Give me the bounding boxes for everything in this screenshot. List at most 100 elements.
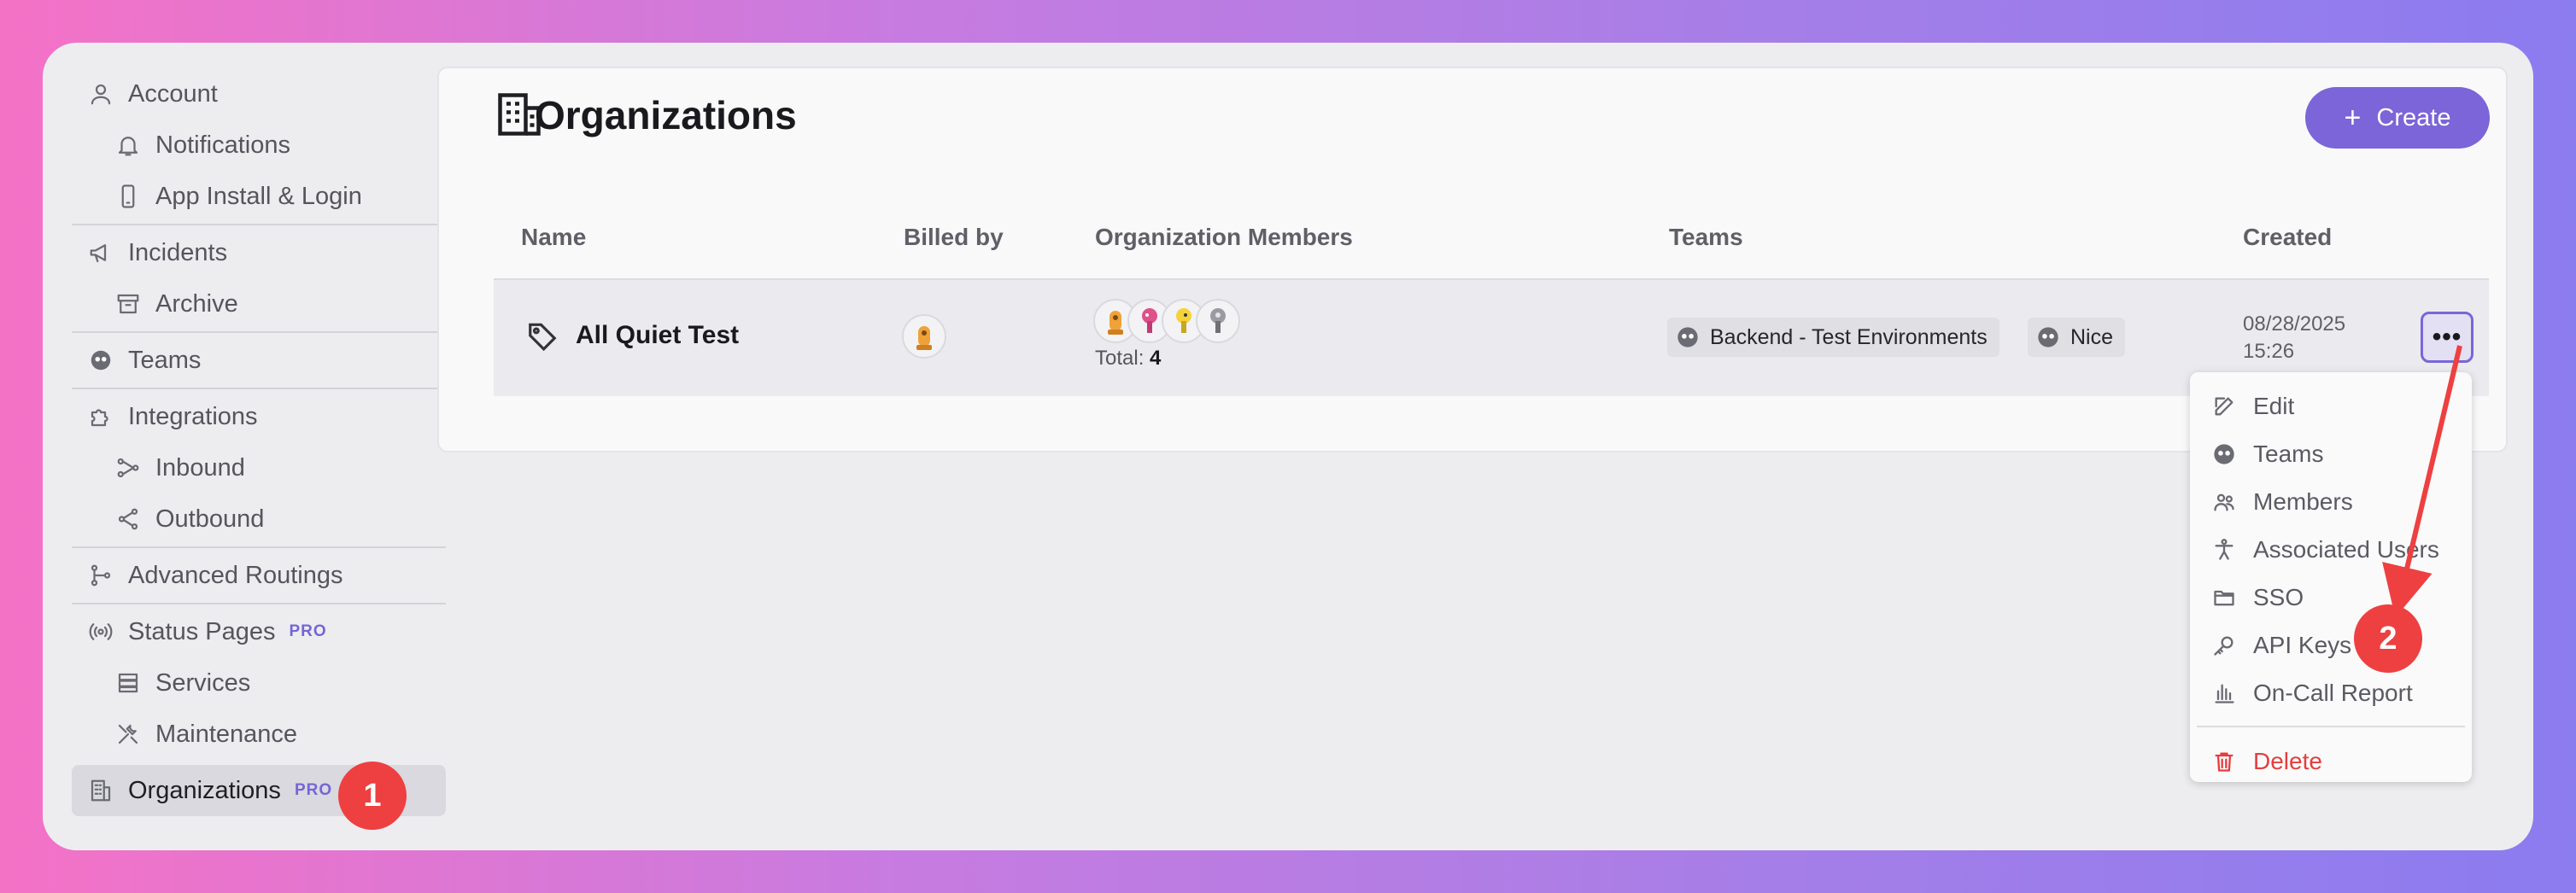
sidebar-divider — [72, 331, 446, 333]
row-actions-button[interactable]: ••• — [2421, 312, 2474, 363]
bar-chart-icon — [2210, 680, 2238, 707]
megaphone-icon — [85, 237, 116, 268]
sidebar-item-label: Outbound — [155, 505, 265, 533]
menu-item-delete[interactable]: Delete — [2190, 738, 2472, 785]
page-title: Organizations — [535, 93, 797, 137]
key-icon — [2210, 632, 2238, 659]
created-date: 08/28/2025 — [2243, 312, 2346, 336]
sidebar-divider — [72, 546, 446, 548]
sidebar-item-label: Archive — [155, 289, 238, 318]
sidebar-item-teams[interactable]: Teams — [72, 335, 446, 386]
menu-item-members[interactable]: Members — [2190, 478, 2472, 526]
billed-by-avatar — [902, 314, 946, 359]
menu-item-edit[interactable]: Edit — [2190, 382, 2472, 430]
plus-icon: + — [2344, 101, 2362, 134]
team-icon — [1677, 327, 1698, 347]
sidebar-divider — [72, 224, 446, 225]
sidebar-divider — [72, 388, 446, 389]
column-header-teams: Teams — [1669, 224, 1743, 250]
sidebar-item-label: Services — [155, 668, 251, 697]
row-actions-menu: Edit Teams Members Associated Users SSO … — [2190, 372, 2472, 782]
menu-divider — [2197, 726, 2465, 727]
sidebar-item-label: Advanced Routings — [128, 561, 343, 589]
menu-item-label: Edit — [2253, 393, 2295, 419]
pro-badge: PRO — [294, 781, 333, 799]
sidebar-item-services[interactable]: Services — [72, 657, 446, 709]
table-header: Name Billed by Organization Members Team… — [494, 224, 2489, 261]
broadcast-icon — [85, 616, 116, 647]
column-header-members: Organization Members — [1095, 224, 1353, 250]
share-icon — [113, 504, 143, 534]
menu-item-label: On-Call Report — [2253, 680, 2413, 706]
sidebar-item-label: Teams — [128, 346, 202, 374]
team-chip[interactable]: Backend - Test Environments — [1667, 318, 1999, 357]
sidebar-item-maintenance[interactable]: Maintenance — [72, 709, 446, 760]
menu-item-label: API Keys — [2253, 632, 2352, 658]
menu-item-sso[interactable]: SSO — [2190, 574, 2472, 622]
create-button-label: Create — [2376, 103, 2451, 131]
sidebar-item-label: App Install & Login — [155, 182, 362, 210]
members-total: Total: 4 — [1095, 347, 1161, 371]
user-icon — [85, 79, 116, 109]
inbound-icon — [113, 452, 143, 483]
sidebar-item-label: Organizations — [128, 776, 281, 804]
sidebar-item-outbound[interactable]: Outbound — [72, 493, 446, 545]
users-icon — [2210, 488, 2238, 516]
team-icon — [2210, 441, 2238, 468]
created-timestamp: 08/28/2025 15:26 — [2243, 311, 2345, 365]
sidebar-item-account[interactable]: Account — [72, 68, 446, 120]
members-total-value: 4 — [1150, 347, 1162, 370]
menu-item-associated-users[interactable]: Associated Users — [2190, 526, 2472, 574]
sidebar-item-notifications[interactable]: Notifications — [72, 120, 446, 171]
created-time: 15:26 — [2243, 340, 2295, 363]
phone-icon — [113, 181, 143, 212]
menu-item-label: Associated Users — [2253, 536, 2439, 563]
sidebar-item-label: Notifications — [155, 131, 290, 159]
sidebar-divider — [72, 603, 446, 604]
tag-icon — [526, 319, 559, 352]
sidebar-item-label: Integrations — [128, 402, 258, 430]
step-2-marker: 2 — [2354, 604, 2422, 673]
sidebar-item-label: Maintenance — [155, 720, 298, 748]
sidebar-item-inbound[interactable]: Inbound — [72, 442, 446, 493]
menu-item-label: Teams — [2253, 441, 2324, 467]
building-icon — [85, 775, 116, 806]
menu-item-teams[interactable]: Teams — [2190, 430, 2472, 478]
tools-icon — [113, 719, 143, 750]
column-header-billed-by: Billed by — [904, 224, 1004, 250]
organization-name[interactable]: All Quiet Test — [576, 321, 739, 350]
trash-icon — [2210, 748, 2238, 775]
folder-icon — [2210, 584, 2238, 611]
team-chip[interactable]: Nice — [2028, 318, 2126, 357]
archive-icon — [113, 289, 143, 319]
team-icon — [85, 345, 116, 376]
server-icon — [113, 668, 143, 698]
sidebar-item-label: Account — [128, 79, 218, 108]
git-branch-icon — [85, 560, 116, 591]
sidebar-item-label: Status Pages — [128, 617, 276, 645]
sidebar-item-label: Incidents — [128, 238, 228, 266]
step-1-marker: 1 — [338, 762, 407, 830]
sidebar-item-incidents[interactable]: Incidents — [72, 227, 446, 278]
menu-item-api-keys[interactable]: API Keys — [2190, 622, 2472, 669]
menu-item-label: SSO — [2253, 584, 2304, 610]
sidebar-item-advanced-routings[interactable]: Advanced Routings — [72, 550, 446, 601]
team-chip-label: Nice — [2070, 324, 2114, 349]
member-avatar — [1196, 299, 1240, 343]
menu-item-label: Delete — [2253, 748, 2322, 774]
sidebar-item-integrations[interactable]: Integrations — [72, 391, 446, 442]
column-header-name: Name — [521, 224, 587, 250]
menu-item-label: Members — [2253, 488, 2353, 515]
sidebar-item-status-pages[interactable]: Status Pages PRO — [72, 606, 446, 657]
menu-item-on-call-report[interactable]: On-Call Report — [2190, 669, 2472, 717]
bell-icon — [113, 130, 143, 161]
sidebar-item-label: Inbound — [155, 453, 245, 482]
app-window: Account Notifications App Install & Logi… — [43, 43, 2533, 850]
person-icon — [2210, 536, 2238, 563]
create-button[interactable]: + Create — [2305, 87, 2490, 149]
puzzle-icon — [85, 401, 116, 432]
edit-icon — [2210, 393, 2238, 420]
sidebar-item-archive[interactable]: Archive — [72, 278, 446, 330]
team-icon — [2038, 327, 2058, 347]
sidebar-item-app-install[interactable]: App Install & Login — [72, 171, 446, 222]
